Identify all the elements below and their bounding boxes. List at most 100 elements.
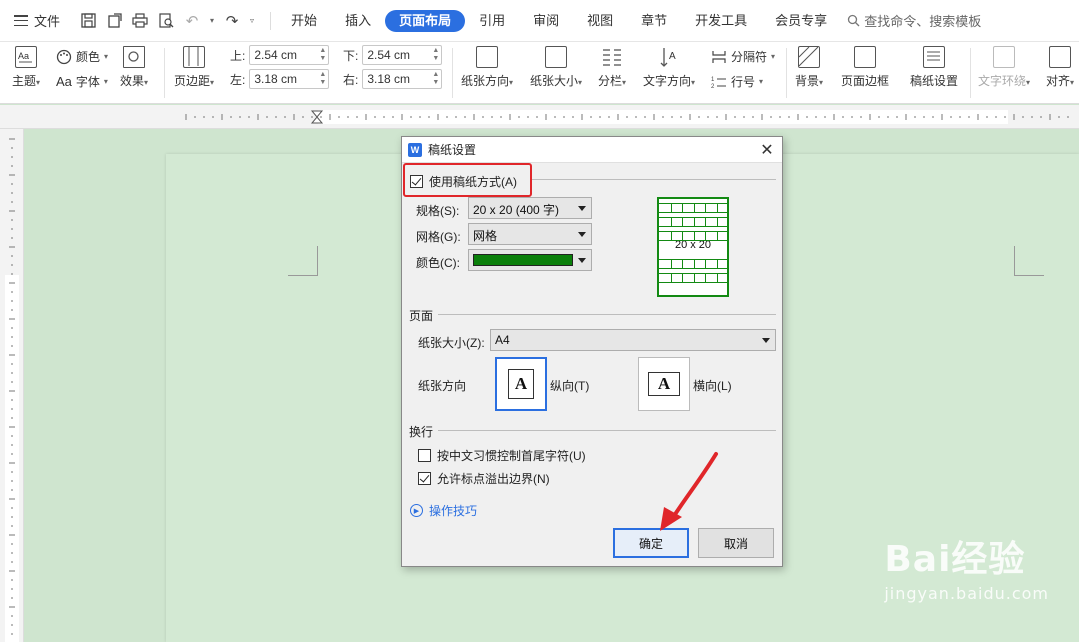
vertical-ruler[interactable] — [0, 129, 24, 642]
dialog-titlebar[interactable]: W 稿纸设置 ✕ — [402, 137, 782, 163]
tab-section[interactable]: 章节 — [627, 10, 681, 32]
page-border-icon — [854, 46, 876, 68]
close-icon[interactable]: ✕ — [758, 140, 776, 160]
spec-value: 20 x 20 (400 字) — [473, 203, 560, 217]
text-wrap-button[interactable]: 文字环绕▾ — [978, 46, 1030, 89]
tab-review[interactable]: 审阅 — [519, 10, 573, 32]
play-icon: ▶ — [410, 504, 423, 517]
menu-bar: 文件 ↶ ▾ ↷ ▿ 开始 插入 页面布局 引用 审阅 视图 章节 开发工具 会… — [0, 0, 1079, 42]
redo-icon[interactable]: ↷ — [224, 13, 240, 30]
paper-size-button[interactable]: 纸张大小▾ — [530, 46, 582, 89]
text-direction-button[interactable]: A 文字方向▾ — [643, 46, 695, 89]
tab-references[interactable]: 引用 — [465, 10, 519, 32]
theme-button[interactable]: Aa 主题▾ — [12, 46, 40, 89]
landscape-label[interactable]: 横向(L) — [693, 377, 732, 394]
paper-size-select[interactable]: A4 — [490, 329, 776, 351]
theme-label: 主题 — [12, 74, 37, 88]
tips-link[interactable]: ▶ 操作技巧 — [410, 502, 477, 519]
colors-button[interactable]: 颜色 ▾ — [56, 48, 108, 65]
background-label: 背景 — [795, 74, 820, 88]
effects-button[interactable]: 效果▾ — [120, 46, 148, 89]
tab-insert[interactable]: 插入 — [331, 10, 385, 32]
tab-member[interactable]: 会员专享 — [761, 10, 841, 32]
portrait-label[interactable]: 纵向(T) — [550, 377, 589, 394]
print-preview-icon[interactable] — [158, 13, 174, 29]
align-icon — [1049, 46, 1072, 68]
undo-dropdown-icon[interactable]: ▾ — [210, 16, 214, 25]
spec-label: 规格(S): — [416, 204, 460, 218]
grid-select[interactable]: 网格 — [468, 223, 592, 245]
spec-select[interactable]: 20 x 20 (400 字) — [468, 197, 592, 219]
file-menu[interactable]: 文件 — [0, 11, 70, 30]
search-label: 查找命令、搜索模板 — [864, 14, 982, 29]
grid-preview-cell-line — [705, 232, 706, 240]
portrait-page-icon: A — [508, 369, 534, 399]
grid-preview-cell-line — [693, 204, 695, 212]
manuscript-label: 稿纸设置 — [910, 74, 959, 88]
customize-qat-icon[interactable]: ▿ — [250, 16, 254, 25]
command-search[interactable]: 查找命令、搜索模板 — [847, 11, 981, 30]
theme-icon: Aa — [15, 46, 38, 68]
background-button[interactable]: 背景▾ — [795, 46, 823, 89]
tab-view[interactable]: 视图 — [573, 10, 627, 32]
chinese-control-checkbox[interactable]: 按中文习惯控制首尾字符(U) — [418, 447, 586, 464]
save-icon[interactable] — [80, 13, 96, 29]
right-margin-input[interactable]: 3.18 cm ▲ ▼ — [362, 69, 443, 89]
dropdown-arrow-icon — [578, 232, 586, 237]
portrait-option[interactable]: A — [495, 357, 547, 411]
grid-preview-cell-line — [693, 232, 695, 240]
ribbon: Aa 主题▾ 颜色 ▾ Aa 字体 ▾ 效果▾ 页边距▾ 上: 2.54 cm ▲ ▼ … — [0, 42, 1079, 104]
grid-preview-row — [659, 217, 727, 227]
grid-preview-row — [659, 231, 727, 241]
columns-button[interactable]: 分栏▾ — [598, 46, 626, 89]
left-margin-row: 左: 3.18 cm ▲ ▼ — [230, 69, 330, 89]
cancel-button[interactable]: 取消 — [698, 528, 774, 558]
top-margin-input[interactable]: 2.54 cm ▲ ▼ — [249, 45, 330, 65]
line-number-button[interactable]: 12 行号 ▾ — [711, 73, 763, 90]
undo-icon[interactable]: ↶ — [184, 13, 200, 30]
page-border-button[interactable]: 页面边框 — [841, 46, 889, 89]
grid-preview-cell-line — [670, 204, 672, 212]
bottom-margin-input[interactable]: 2.54 cm ▲ ▼ — [362, 45, 443, 65]
print-icon[interactable] — [132, 13, 148, 29]
manuscript-settings-button[interactable]: 稿纸设置 — [910, 46, 958, 89]
align-button[interactable]: 对齐▾ — [1046, 46, 1074, 89]
bottom-margin-label: 下: — [343, 48, 359, 63]
tab-home[interactable]: 开始 — [277, 10, 331, 32]
checkbox-unchecked-icon[interactable] — [418, 449, 431, 462]
ok-button[interactable]: 确定 — [613, 528, 689, 558]
page-section-title: 页面 — [409, 309, 434, 323]
export-icon[interactable] — [106, 13, 122, 29]
grid-preview-cell-line — [705, 218, 706, 226]
top-margin-row: 上: 2.54 cm ▲ ▼ — [230, 45, 330, 65]
checkbox-checked-icon[interactable] — [410, 175, 423, 188]
spinner-icon[interactable]: ▲ ▼ — [432, 71, 439, 87]
break-button[interactable]: 分隔符 ▾ — [711, 48, 775, 65]
landscape-page-icon: A — [648, 372, 680, 396]
fonts-label: 字体 — [75, 75, 100, 89]
spinner-icon[interactable]: ▲ ▼ — [432, 47, 439, 63]
watermark-brand: Bai经验 — [884, 539, 1026, 580]
paper-size-label: 纸张大小 — [530, 74, 579, 88]
tab-developer[interactable]: 开发工具 — [681, 10, 761, 32]
margins-button[interactable]: 页边距▾ — [174, 46, 214, 89]
punct-overflow-checkbox[interactable]: 允许标点溢出边界(N) — [418, 470, 550, 487]
spinner-icon[interactable]: ▲ ▼ — [319, 47, 326, 63]
checkbox-checked-icon[interactable] — [418, 472, 431, 485]
orientation-button[interactable]: 纸张方向▾ — [461, 46, 513, 89]
grid-preview-cell-line — [716, 218, 718, 226]
text-direction-icon: A — [658, 46, 681, 68]
color-select[interactable] — [468, 249, 592, 271]
landscape-option[interactable]: A — [638, 357, 690, 411]
horizontal-ruler[interactable] — [0, 105, 1079, 129]
spinner-icon[interactable]: ▲ ▼ — [319, 71, 326, 87]
grid-preview-cell-line — [693, 260, 695, 268]
color-swatch — [473, 254, 573, 266]
align-label: 对齐 — [1046, 74, 1071, 88]
page-border-label: 页面边框 — [841, 74, 890, 88]
use-manuscript-checkbox[interactable]: 使用稿纸方式(A) — [410, 173, 517, 190]
left-margin-input[interactable]: 3.18 cm ▲ ▼ — [249, 69, 330, 89]
fonts-button[interactable]: Aa 字体 ▾ — [56, 73, 108, 90]
use-manuscript-label: 使用稿纸方式(A) — [429, 175, 517, 189]
tab-page-layout[interactable]: 页面布局 — [385, 9, 466, 32]
